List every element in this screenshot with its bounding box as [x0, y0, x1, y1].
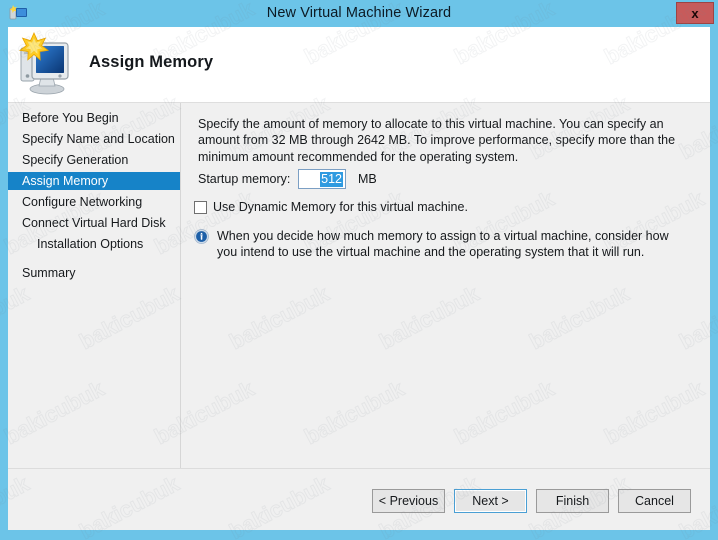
dynamic-memory-label[interactable]: Use Dynamic Memory for this virtual mach… [213, 200, 468, 214]
info-note-text: When you decide how much memory to assig… [217, 229, 669, 260]
cancel-button[interactable]: Cancel [618, 489, 691, 513]
memory-description: Specify the amount of memory to allocate… [198, 117, 676, 164]
finish-button[interactable]: Finish [536, 489, 609, 513]
window-title: New Virtual Machine Wizard [266, 5, 452, 21]
page-header: Assign Memory [8, 27, 710, 103]
sidebar-item-before-you-begin[interactable]: Before You Begin [8, 109, 180, 127]
sidebar-item-specify-name-location[interactable]: Specify Name and Location [8, 130, 180, 148]
wizard-step-list: Before You Begin Specify Name and Locati… [8, 103, 181, 468]
page-title: Assign Memory [89, 53, 214, 71]
window-body: Assign Memory Before You Begin Specify N… [8, 27, 710, 530]
sidebar-item-summary[interactable]: Summary [8, 264, 180, 282]
new-virtual-machine-wizard-window: New Virtual Machine Wizard x Assign Memo… [0, 0, 718, 540]
startup-memory-value: 512 [320, 172, 343, 187]
sidebar-item-configure-networking[interactable]: Configure Networking [8, 193, 180, 211]
title-bar: New Virtual Machine Wizard x [0, 0, 718, 27]
wizard-footer: < Previous Next > Finish Cancel [8, 468, 710, 530]
next-button[interactable]: Next > [454, 489, 527, 513]
previous-button[interactable]: < Previous [372, 489, 445, 513]
monitor-starburst-icon [14, 31, 82, 97]
information-icon [194, 229, 209, 244]
startup-memory-unit: MB [358, 172, 377, 186]
startup-memory-label: Startup memory: [198, 172, 291, 186]
close-icon[interactable]: x [676, 2, 714, 24]
wizard-content-pane: Specify the amount of memory to allocate… [182, 103, 710, 468]
dynamic-memory-checkbox[interactable] [194, 201, 207, 214]
sidebar-item-assign-memory[interactable]: Assign Memory [8, 172, 180, 190]
sidebar-item-installation-options[interactable]: Installation Options [8, 235, 180, 253]
sidebar-item-specify-generation[interactable]: Specify Generation [8, 151, 180, 169]
wizard-main: Before You Begin Specify Name and Locati… [8, 103, 710, 530]
sidebar-item-connect-virtual-hard-disk[interactable]: Connect Virtual Hard Disk [8, 214, 180, 232]
startup-memory-input[interactable]: 512 [298, 169, 346, 189]
